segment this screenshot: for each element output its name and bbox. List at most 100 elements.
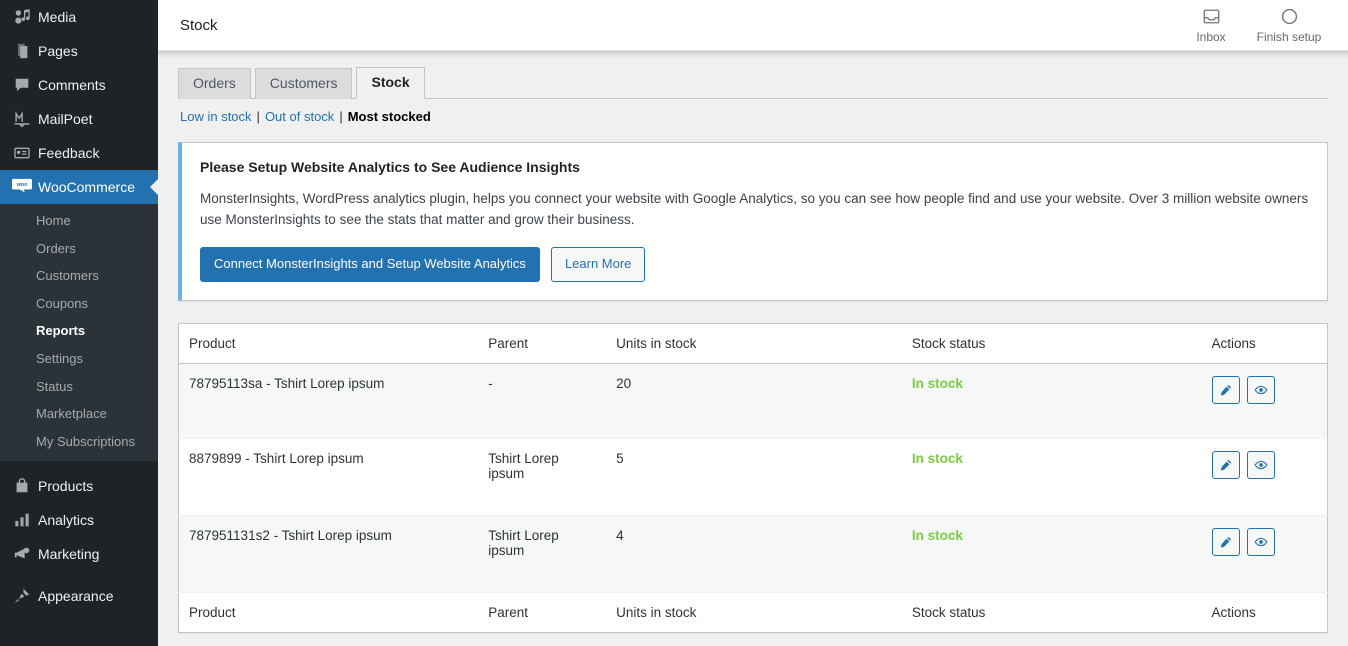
admin-page: Media Pages Comments MailPoet Feedback w… (0, 0, 1348, 646)
column-header-status[interactable]: Stock status (902, 323, 1202, 363)
status-badge: In stock (911, 375, 963, 391)
wc-admin-header: Stock Inbox Finish setup (158, 0, 1348, 51)
sidebar-item-feedback[interactable]: Feedback (0, 136, 158, 170)
item-count: 3 items (178, 633, 1328, 646)
notice-body: MonsterInsights, WordPress analytics plu… (200, 191, 1309, 227)
cell-product: 787951131s2 - Tshirt Lorep ipsum (178, 515, 479, 593)
submenu-item-home[interactable]: Home (0, 207, 158, 235)
appearance-icon (8, 587, 36, 605)
pages-icon (8, 42, 36, 60)
notice-heading: Please Setup Website Analytics to See Au… (200, 159, 580, 175)
tab-stock[interactable]: Stock (356, 67, 425, 99)
cell-units: 20 (606, 363, 902, 439)
sidebar-item-appearance[interactable]: Appearance (0, 579, 158, 613)
sidebar-item-label: Analytics (38, 512, 95, 529)
sidebar-item-label: Products (38, 478, 94, 495)
filter-separator: | (256, 109, 260, 124)
cell-parent: Tshirt Lorep ipsum (478, 438, 607, 516)
cell-units: 4 (606, 515, 902, 593)
inbox-icon (1202, 7, 1221, 26)
learn-more-button[interactable]: Learn More (550, 246, 646, 282)
submenu-item-coupons[interactable]: Coupons (0, 290, 158, 318)
stock-filter-links: Low in stock | Out of stock | Most stock… (180, 109, 1328, 124)
main-content: Stock Inbox Finish setup Orders Customer… (158, 0, 1348, 646)
sidebar-item-label: Pages (38, 43, 78, 59)
footer-status[interactable]: Stock status (902, 592, 1202, 632)
column-header-actions: Actions (1211, 335, 1256, 351)
submenu-item-marketplace[interactable]: Marketplace (0, 400, 158, 428)
sidebar-item-label: Comments (38, 77, 106, 93)
tab-orders[interactable]: Orders (178, 68, 251, 99)
view-icon[interactable] (1247, 450, 1276, 479)
edit-icon[interactable] (1211, 450, 1240, 479)
cell-status: In stock (901, 363, 1202, 439)
sidebar-item-woocommerce[interactable]: woo WooCommerce (0, 170, 158, 204)
products-icon (8, 477, 36, 495)
cell-product: 78795113sa - Tshirt Lorep ipsum (178, 363, 479, 439)
woocommerce-icon: woo (8, 178, 36, 196)
sidebar-item-products[interactable]: Products (0, 469, 158, 503)
column-header-product[interactable]: Product (179, 323, 479, 363)
analytics-icon (8, 511, 36, 529)
cell-parent: - (478, 363, 607, 439)
finish-setup-label: Finish setup (1256, 30, 1322, 44)
woocommerce-submenu: Home Orders Customers Coupons Reports Se… (0, 204, 158, 462)
table-footer-row: Product Parent Units in stock Stock stat… (178, 592, 1328, 632)
footer-units[interactable]: Units in stock (606, 592, 902, 632)
cell-parent: Tshirt Lorep ipsum (478, 515, 607, 593)
submenu-item-customers[interactable]: Customers (0, 262, 158, 290)
sidebar-item-mailpoet[interactable]: MailPoet (0, 102, 158, 136)
submenu-item-reports[interactable]: Reports (0, 317, 158, 345)
connect-monsterinsights-button[interactable]: Connect MonsterInsights and Setup Websit… (200, 246, 540, 282)
sidebar-item-label: Appearance (38, 588, 114, 605)
sidebar-item-media[interactable]: Media (0, 0, 158, 34)
footer-product[interactable]: Product (179, 592, 479, 632)
submenu-item-status[interactable]: Status (0, 373, 158, 401)
stock-table-foot: Product Parent Units in stock Stock stat… (178, 592, 1328, 632)
sidebar-item-pages[interactable]: Pages (0, 34, 158, 68)
view-icon[interactable] (1247, 375, 1276, 404)
submenu-item-my-subscriptions[interactable]: My Subscriptions (0, 428, 158, 456)
stock-table-head: Product Parent Units in stock Stock stat… (178, 323, 1328, 364)
feedback-icon (8, 144, 36, 162)
marketing-icon (8, 545, 36, 563)
sidebar-item-comments[interactable]: Comments (0, 68, 158, 102)
status-badge: In stock (911, 527, 963, 543)
comments-icon (8, 76, 36, 94)
submenu-item-orders[interactable]: Orders (0, 235, 158, 263)
filter-low-in-stock-link[interactable]: Low in stock (180, 109, 252, 124)
inbox-label: Inbox (1196, 30, 1226, 44)
content-area: Orders Customers Stock Low in stock | Ou… (158, 59, 1348, 646)
table-header-row: Product Parent Units in stock Stock stat… (178, 323, 1328, 364)
sidebar-item-label: Feedback (38, 145, 100, 161)
sidebar-item-label: WooCommerce (38, 179, 135, 195)
column-header-parent[interactable]: Parent (478, 323, 606, 363)
column-header-units[interactable]: Units in stock (606, 323, 902, 363)
view-icon[interactable] (1247, 527, 1276, 556)
header-actions: Inbox Finish setup (1172, 7, 1328, 43)
edit-icon[interactable] (1211, 375, 1240, 404)
submenu-item-settings[interactable]: Settings (0, 345, 158, 373)
filter-most-stocked-label[interactable]: Most stocked (348, 109, 431, 124)
sidebar-divider-2 (0, 571, 158, 579)
sidebar-item-label: Marketing (38, 546, 100, 563)
footer-actions: Actions (1211, 604, 1256, 620)
status-badge: In stock (911, 450, 963, 466)
notice-buttons: Connect MonsterInsights and Setup Websit… (200, 246, 1313, 282)
sidebar-item-marketing[interactable]: Marketing (0, 537, 158, 571)
table-row: 787951131s2 - Tshirt Lorep ipsum Tshirt … (178, 515, 1328, 593)
sidebar-item-analytics[interactable]: Analytics (0, 503, 158, 537)
footer-parent[interactable]: Parent (478, 592, 606, 632)
filter-out-of-stock-link[interactable]: Out of stock (265, 109, 334, 124)
finish-setup-button[interactable]: Finish setup (1250, 7, 1328, 43)
page-title: Stock (180, 16, 218, 34)
sidebar-divider (0, 461, 158, 469)
report-tabs: Orders Customers Stock (178, 64, 1328, 99)
monsterinsights-notice: Please Setup Website Analytics to See Au… (178, 142, 1328, 301)
stock-table-body: 78795113sa - Tshirt Lorep ipsum - 20 In … (178, 363, 1328, 593)
inbox-button[interactable]: Inbox (1172, 7, 1250, 43)
media-icon (8, 8, 36, 26)
tab-customers[interactable]: Customers (254, 68, 353, 99)
edit-icon[interactable] (1211, 527, 1240, 556)
header-shadow (158, 51, 1348, 59)
